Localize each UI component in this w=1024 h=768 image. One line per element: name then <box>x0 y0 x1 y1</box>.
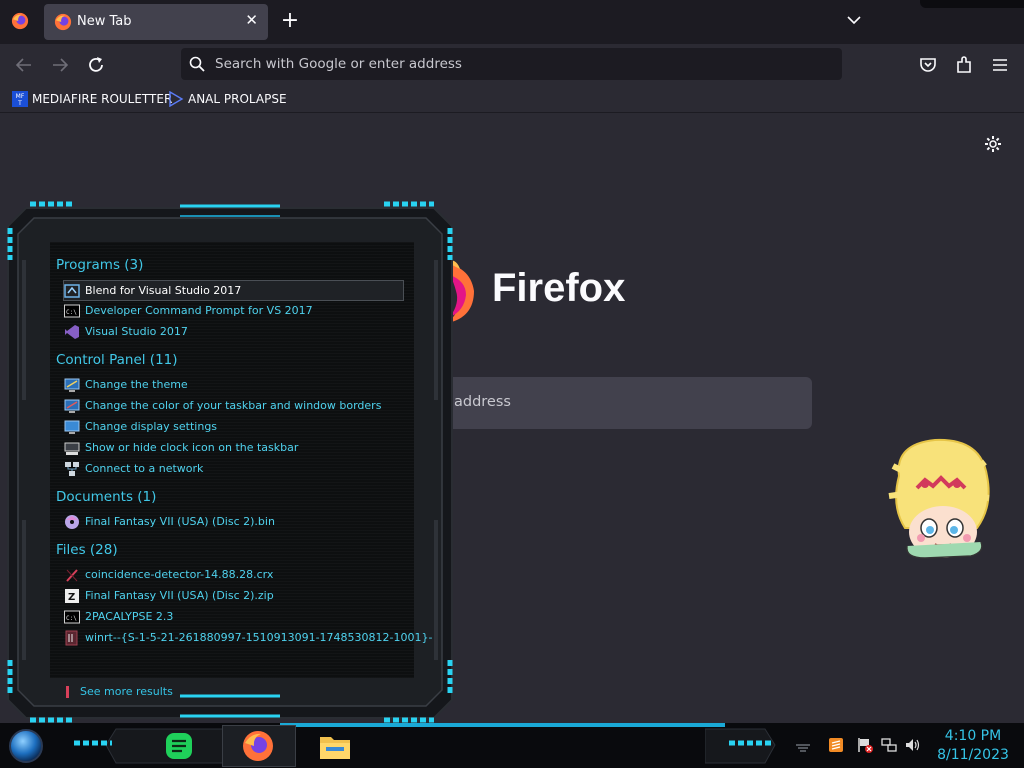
result-item[interactable]: Change display settings <box>64 417 402 436</box>
result-label: winrt--{S-1-5-21-261880997-1510913091-17… <box>85 631 433 644</box>
result-label: Change the color of your taskbar and win… <box>85 399 382 412</box>
url-bar[interactable]: Search with Google or enter address <box>181 48 842 80</box>
result-item[interactable]: winrt--{S-1-5-21-261880997-1510913091-17… <box>64 628 432 647</box>
firefox-icon[interactable] <box>239 727 277 765</box>
window-frame-decoration <box>920 0 1024 8</box>
sublime-icon[interactable] <box>828 737 844 753</box>
svg-text:T: T <box>17 100 22 107</box>
firefox-icon <box>54 13 72 31</box>
result-item[interactable]: coincidence-detector-14.88.28.crx <box>64 565 402 584</box>
tab-strip: New Tab ✕ + <box>0 0 1024 44</box>
section-heading-programs[interactable]: Programs (3) <box>56 257 143 273</box>
crx-file-icon <box>66 568 78 582</box>
file-explorer-icon[interactable] <box>316 727 354 765</box>
display-icon <box>64 420 80 434</box>
gear-icon[interactable] <box>983 134 1003 154</box>
flag-icon <box>66 685 69 698</box>
bookmarks-toolbar: MF T MEDIAFIRE ROULETTER ANAL PROLAPSE <box>0 86 1024 113</box>
see-more-label: See more results <box>80 685 173 698</box>
newtab-search-placeholder: address <box>454 394 511 410</box>
forward-arrow-icon[interactable] <box>49 54 71 76</box>
close-icon[interactable]: ✕ <box>245 11 258 29</box>
see-more-results-link[interactable]: See more results <box>64 685 173 698</box>
cmd-icon: C:\ <box>64 304 80 317</box>
result-label: Connect to a network <box>85 462 204 475</box>
bookmark-second[interactable]: ANAL PROLAPSE <box>168 90 287 108</box>
search-icon <box>189 56 205 72</box>
tab-new-tab[interactable]: New Tab ✕ <box>44 4 268 40</box>
result-label: Change the theme <box>85 378 188 391</box>
new-tab-button[interactable]: + <box>280 8 300 34</box>
newtab-search-box[interactable]: address <box>440 377 812 429</box>
result-label: 2PACALYPSE 2.3 <box>85 610 174 623</box>
extensions-icon[interactable] <box>953 54 975 76</box>
bookmark-label: MEDIAFIRE ROULETTER <box>32 92 173 106</box>
cmd-icon: C:\ <box>64 610 80 623</box>
svg-text:Z: Z <box>68 592 75 603</box>
section-heading-files[interactable]: Files (28) <box>56 542 118 558</box>
result-item[interactable]: Z Final Fantasy VII (USA) (Disc 2).zip <box>64 586 402 605</box>
svg-text:C:\: C:\ <box>66 309 77 316</box>
action-center-flag-icon[interactable] <box>857 737 873 753</box>
clock-settings-icon <box>64 442 80 455</box>
result-item[interactable]: Final Fantasy VII (USA) (Disc 2).bin <box>64 512 402 531</box>
visual-studio-icon <box>65 324 79 339</box>
section-heading-control-panel[interactable]: Control Panel (11) <box>56 352 178 368</box>
network-icon <box>65 461 79 476</box>
show-hidden-icons-icon[interactable] <box>795 737 811 753</box>
notes-icon[interactable] <box>160 727 198 765</box>
result-label: Show or hide clock icon on the taskbar <box>85 441 299 454</box>
disc-image-icon <box>65 514 79 529</box>
result-item[interactable]: Blend for Visual Studio 2017 <box>63 280 404 301</box>
section-heading-documents[interactable]: Documents (1) <box>56 489 156 505</box>
result-label: Blend for Visual Studio 2017 <box>85 284 242 297</box>
bookmark-label: ANAL PROLAPSE <box>188 92 287 106</box>
result-label: Visual Studio 2017 <box>85 325 188 338</box>
result-label: Final Fantasy VII (USA) (Disc 2).zip <box>85 589 274 602</box>
network-status-icon[interactable] <box>881 737 897 753</box>
result-item[interactable]: Connect to a network <box>64 459 402 478</box>
url-bar-placeholder: Search with Google or enter address <box>215 56 462 72</box>
svg-text:C:\: C:\ <box>66 615 77 622</box>
result-item[interactable]: Change the theme <box>64 375 402 394</box>
cartoon-character-sticker <box>888 438 990 559</box>
pocket-icon[interactable] <box>917 54 939 76</box>
clock-time: 4:10 PM <box>944 728 1002 744</box>
mediafire-icon: MFT <box>12 91 28 107</box>
result-item[interactable]: Show or hide clock icon on the taskbar <box>64 438 402 457</box>
start-menu-search-panel: Programs (3) Blend for Visual Studio 201… <box>4 200 456 725</box>
hamburger-menu-icon[interactable] <box>989 54 1011 76</box>
result-label: Developer Command Prompt for VS 2017 <box>85 304 313 317</box>
result-item[interactable]: C:\ 2PACALYPSE 2.3 <box>64 607 402 626</box>
firefox-icon[interactable] <box>11 12 29 30</box>
taskbar-decoration-right <box>705 728 776 764</box>
file-icon <box>65 630 78 645</box>
blend-icon <box>64 283 80 298</box>
color-icon <box>64 399 80 413</box>
result-label: Final Fantasy VII (USA) (Disc 2).bin <box>85 515 275 528</box>
svg-text:MF: MF <box>16 93 25 100</box>
result-item[interactable]: C:\ Developer Command Prompt for VS 2017 <box>64 301 402 320</box>
reload-icon[interactable] <box>85 54 107 76</box>
zip-file-icon: Z <box>65 588 79 603</box>
result-label: coincidence-detector-14.88.28.crx <box>85 568 274 581</box>
bookmark-mediafire[interactable]: MF T MEDIAFIRE ROULETTER <box>12 90 172 108</box>
result-item[interactable]: Change the color of your taskbar and win… <box>64 396 402 415</box>
chevron-down-icon[interactable] <box>845 10 863 30</box>
taskbar: 4:10 PM 8/11/2023 <box>0 723 1024 768</box>
start-orb-icon[interactable] <box>8 728 44 764</box>
firefox-wordmark: Firefox <box>492 266 626 310</box>
back-arrow-icon[interactable] <box>13 54 35 76</box>
tab-title: New Tab <box>77 14 132 29</box>
navigation-toolbar: Search with Google or enter address <box>0 44 1024 86</box>
system-clock[interactable]: 4:10 PM 8/11/2023 <box>928 727 1018 765</box>
result-item[interactable]: Visual Studio 2017 <box>64 322 402 341</box>
theme-icon <box>64 378 80 392</box>
result-label: Change display settings <box>85 420 218 433</box>
sigma-icon <box>169 91 184 107</box>
volume-icon[interactable] <box>905 737 921 753</box>
search-results-list: Programs (3) Blend for Visual Studio 201… <box>50 242 432 678</box>
clock-date: 8/11/2023 <box>937 747 1009 763</box>
